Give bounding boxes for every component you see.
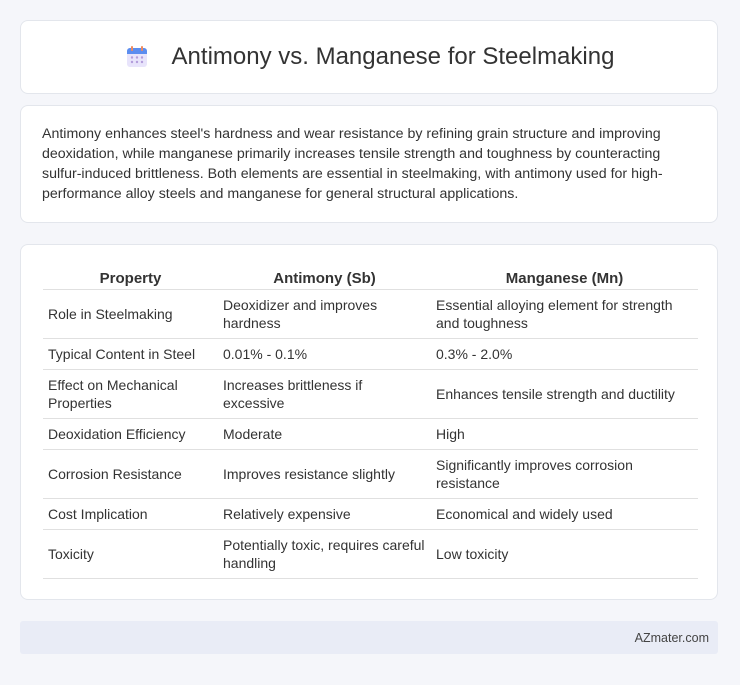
manganese-cell: Enhances tensile strength and ductility (431, 369, 698, 419)
header-manganese: Manganese (Mn) (431, 267, 698, 290)
property-cell: Role in Steelmaking (43, 289, 218, 339)
summary-card: Antimony enhances steel's hardness and w… (20, 105, 718, 223)
table-row: Cost Implication Relatively expensive Ec… (43, 498, 698, 530)
antimony-cell: Relatively expensive (218, 498, 431, 530)
footer: AZmater.com (20, 621, 718, 654)
property-cell: Typical Content in Steel (43, 338, 218, 370)
antimony-cell: Potentially toxic, requires careful hand… (218, 529, 431, 579)
manganese-cell: Essential alloying element for strength … (431, 289, 698, 339)
table-row: Deoxidation Efficiency Moderate High (43, 418, 698, 450)
antimony-cell: 0.01% - 0.1% (218, 338, 431, 370)
manganese-cell: High (431, 418, 698, 450)
calendar-icon (124, 44, 150, 70)
property-cell: Deoxidation Efficiency (43, 418, 218, 450)
property-cell: Cost Implication (43, 498, 218, 530)
table-row: Typical Content in Steel 0.01% - 0.1% 0.… (43, 338, 698, 370)
antimony-cell: Improves resistance slightly (218, 449, 431, 499)
table-row: Effect on Mechanical Properties Increase… (43, 369, 698, 419)
manganese-cell: Low toxicity (431, 529, 698, 579)
header-property: Property (43, 267, 218, 290)
comparison-card: Property Antimony (Sb) Manganese (Mn) Ro… (20, 244, 718, 600)
manganese-cell: Significantly improves corrosion resista… (431, 449, 698, 499)
manganese-cell: Economical and widely used (431, 498, 698, 530)
title-card: Antimony vs. Manganese for Steelmaking (20, 20, 718, 94)
table-header-row: Property Antimony (Sb) Manganese (Mn) (43, 267, 698, 290)
page-title: Antimony vs. Manganese for Steelmaking (171, 43, 615, 70)
table-row: Toxicity Potentially toxic, requires car… (43, 529, 698, 579)
antimony-cell: Deoxidizer and improves hardness (218, 289, 431, 339)
property-cell: Toxicity (43, 529, 218, 579)
antimony-cell: Increases brittleness if excessive (218, 369, 431, 419)
property-cell: Effect on Mechanical Properties (43, 369, 218, 419)
comparison-table: Property Antimony (Sb) Manganese (Mn) Ro… (43, 267, 698, 579)
table-row: Role in Steelmaking Deoxidizer and impro… (43, 289, 698, 339)
header-antimony: Antimony (Sb) (218, 267, 431, 290)
footer-brand[interactable]: AZmater.com (635, 631, 709, 645)
antimony-cell: Moderate (218, 418, 431, 450)
property-cell: Corrosion Resistance (43, 449, 218, 499)
summary-text: Antimony enhances steel's hardness and w… (42, 126, 663, 202)
table-row: Corrosion Resistance Improves resistance… (43, 449, 698, 499)
manganese-cell: 0.3% - 2.0% (431, 338, 698, 370)
